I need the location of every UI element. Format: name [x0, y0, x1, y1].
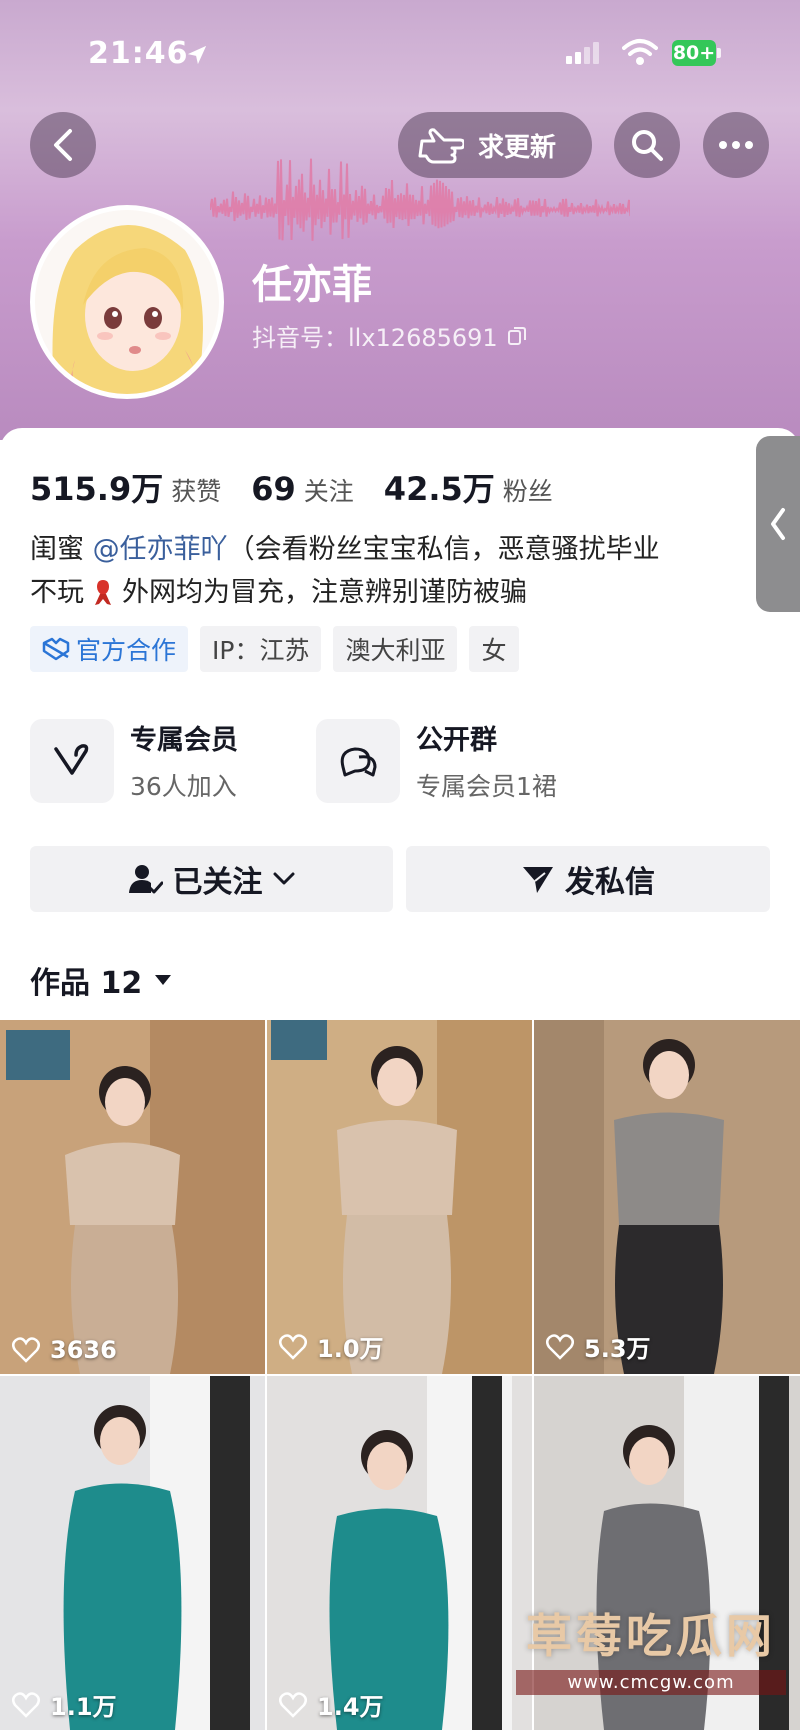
send-message-label: 发私信	[565, 865, 655, 900]
following-button[interactable]: 已关注	[30, 846, 393, 912]
stat-likes-label: 获赞	[171, 477, 222, 506]
status-time: 21:46	[88, 36, 189, 71]
heart-outline-icon	[279, 1691, 307, 1718]
video-likes: 3636	[12, 1336, 117, 1364]
side-drawer-handle[interactable]	[756, 436, 800, 612]
video-thumbnail[interactable]: 1.4万	[267, 1376, 532, 1730]
status-bar: 21:46 80+	[0, 30, 800, 80]
membership-icon-box	[30, 718, 114, 803]
v-heart-icon	[54, 743, 89, 775]
tag-ip: IP：江苏	[200, 626, 322, 672]
following-label: 已关注	[172, 865, 263, 900]
video-thumbnail[interactable]: 3636	[0, 1020, 265, 1374]
tags-row: 官方合作 IP：江苏 澳大利亚 女	[30, 626, 519, 672]
bio-line-2-a: 不玩	[30, 577, 84, 608]
membership-sub: 36人加入	[130, 772, 237, 801]
video-likes-count: 5.3万	[584, 1335, 651, 1363]
more-dots-icon	[719, 141, 753, 149]
bio-line-1: 闺蜜 @任亦菲吖（会看粉丝宝宝私信，恶意骚扰毕业	[30, 528, 770, 571]
video-likes-count: 1.4万	[317, 1693, 384, 1721]
video-likes-count: 1.1万	[50, 1693, 117, 1721]
video-likes: 1.0万	[279, 1329, 384, 1364]
bio-mention-link[interactable]: @任亦菲吖	[93, 534, 228, 565]
anime-avatar-illustration	[35, 210, 219, 394]
stat-likes[interactable]: 515.9万 获赞	[30, 464, 221, 510]
profile-name: 任亦菲	[252, 262, 372, 308]
back-button[interactable]	[30, 112, 96, 178]
bio-line-1-rest: （会看粉丝宝宝私信，恶意骚扰毕业	[227, 534, 660, 565]
douyin-id-text: 抖音号：llx12685691	[252, 324, 498, 352]
more-options-button[interactable]	[703, 112, 769, 178]
video-likes-count: 3636	[50, 1336, 117, 1364]
caret-down-icon	[155, 975, 172, 985]
heart-outline-icon	[546, 1333, 574, 1360]
works-tab[interactable]: 作品 12	[30, 958, 172, 1002]
bio-line-2-b: 外网均为冒充，注意辨别谨防被骗	[122, 577, 527, 608]
stat-followers[interactable]: 42.5万 粉丝	[384, 464, 553, 510]
paper-plane-icon	[523, 867, 553, 893]
video-thumbnail[interactable]: 1.1万	[0, 1376, 265, 1730]
video-cover-image	[267, 1020, 532, 1374]
chevron-left-icon	[54, 129, 72, 161]
video-cover-image	[267, 1376, 532, 1730]
video-cover-image	[0, 1376, 265, 1730]
search-icon	[632, 130, 663, 161]
handshake-icon	[42, 637, 70, 661]
video-likes: 1.1万	[12, 1687, 117, 1722]
chat-bubbles-icon	[340, 747, 377, 776]
group-sub: 专属会员1裙	[416, 772, 557, 801]
battery-indicator: 80+	[672, 40, 716, 66]
wifi-icon	[622, 39, 658, 65]
chevron-left-icon	[771, 508, 785, 540]
works-label: 作品 12	[30, 966, 143, 1001]
location-arrow-icon	[187, 45, 207, 65]
bio-prefix: 闺蜜	[30, 534, 93, 565]
exclusive-membership-entry[interactable]: 专属会员 36人加入	[30, 718, 238, 803]
stat-followers-label: 粉丝	[502, 477, 553, 506]
tag-location: 澳大利亚	[333, 626, 458, 672]
chevron-down-icon	[273, 872, 294, 885]
video-thumbnail[interactable]: 5.3万	[534, 1020, 800, 1374]
watermark: 草莓吃瓜网 www.cmcgw.com	[516, 1600, 786, 1695]
heart-outline-icon	[12, 1337, 40, 1363]
membership-title: 专属会员	[130, 725, 238, 756]
video-thumbnail[interactable]: 1.0万	[267, 1020, 532, 1374]
stat-likes-value: 515.9万	[30, 470, 164, 508]
watermark-url: www.cmcgw.com	[516, 1670, 786, 1695]
stat-followers-value: 42.5万	[383, 470, 495, 508]
public-group-entry[interactable]: 公开群 专属会员1裙	[316, 718, 557, 803]
stat-following-value: 69	[251, 470, 296, 508]
watermark-title: 草莓吃瓜网	[526, 1609, 776, 1663]
group-icon-box	[316, 718, 400, 803]
video-likes-count: 1.0万	[317, 1335, 384, 1363]
stats-row: 515.9万 获赞 69 关注 42.5万 粉丝	[30, 464, 553, 510]
send-message-button[interactable]: 发私信	[406, 846, 770, 912]
battery-tip	[717, 48, 721, 58]
video-likes: 1.4万	[279, 1687, 384, 1722]
video-likes: 5.3万	[546, 1329, 651, 1364]
tag-gender: 女	[469, 626, 519, 672]
stat-following[interactable]: 69 关注	[251, 470, 354, 508]
tag-official-label: 官方合作	[76, 636, 177, 665]
bio: 闺蜜 @任亦菲吖（会看粉丝宝宝私信，恶意骚扰毕业 不玩 外网均为冒充，注意辨别谨防…	[30, 528, 770, 614]
red-ribbon-emoji-icon	[95, 580, 111, 605]
cellular-signal-icon	[566, 42, 599, 64]
heart-outline-icon	[279, 1333, 307, 1360]
video-cover-image	[534, 1020, 800, 1374]
user-check-icon	[128, 865, 163, 894]
group-title: 公开群	[416, 725, 497, 756]
tag-official-cooperation[interactable]: 官方合作	[30, 626, 189, 672]
video-cover-image	[0, 1020, 265, 1374]
stat-following-label: 关注	[303, 477, 354, 506]
avatar[interactable]	[30, 205, 224, 399]
bio-line-2: 不玩 外网均为冒充，注意辨别谨防被骗	[30, 571, 770, 614]
heart-outline-icon	[12, 1691, 40, 1718]
copy-icon[interactable]	[506, 325, 528, 347]
profile-header: 21:46 80+ 求更新 任亦菲 抖音号：llx12685691	[0, 0, 800, 440]
audio-waveform-decoration	[210, 158, 630, 241]
douyin-id[interactable]: 抖音号：llx12685691	[252, 318, 528, 353]
